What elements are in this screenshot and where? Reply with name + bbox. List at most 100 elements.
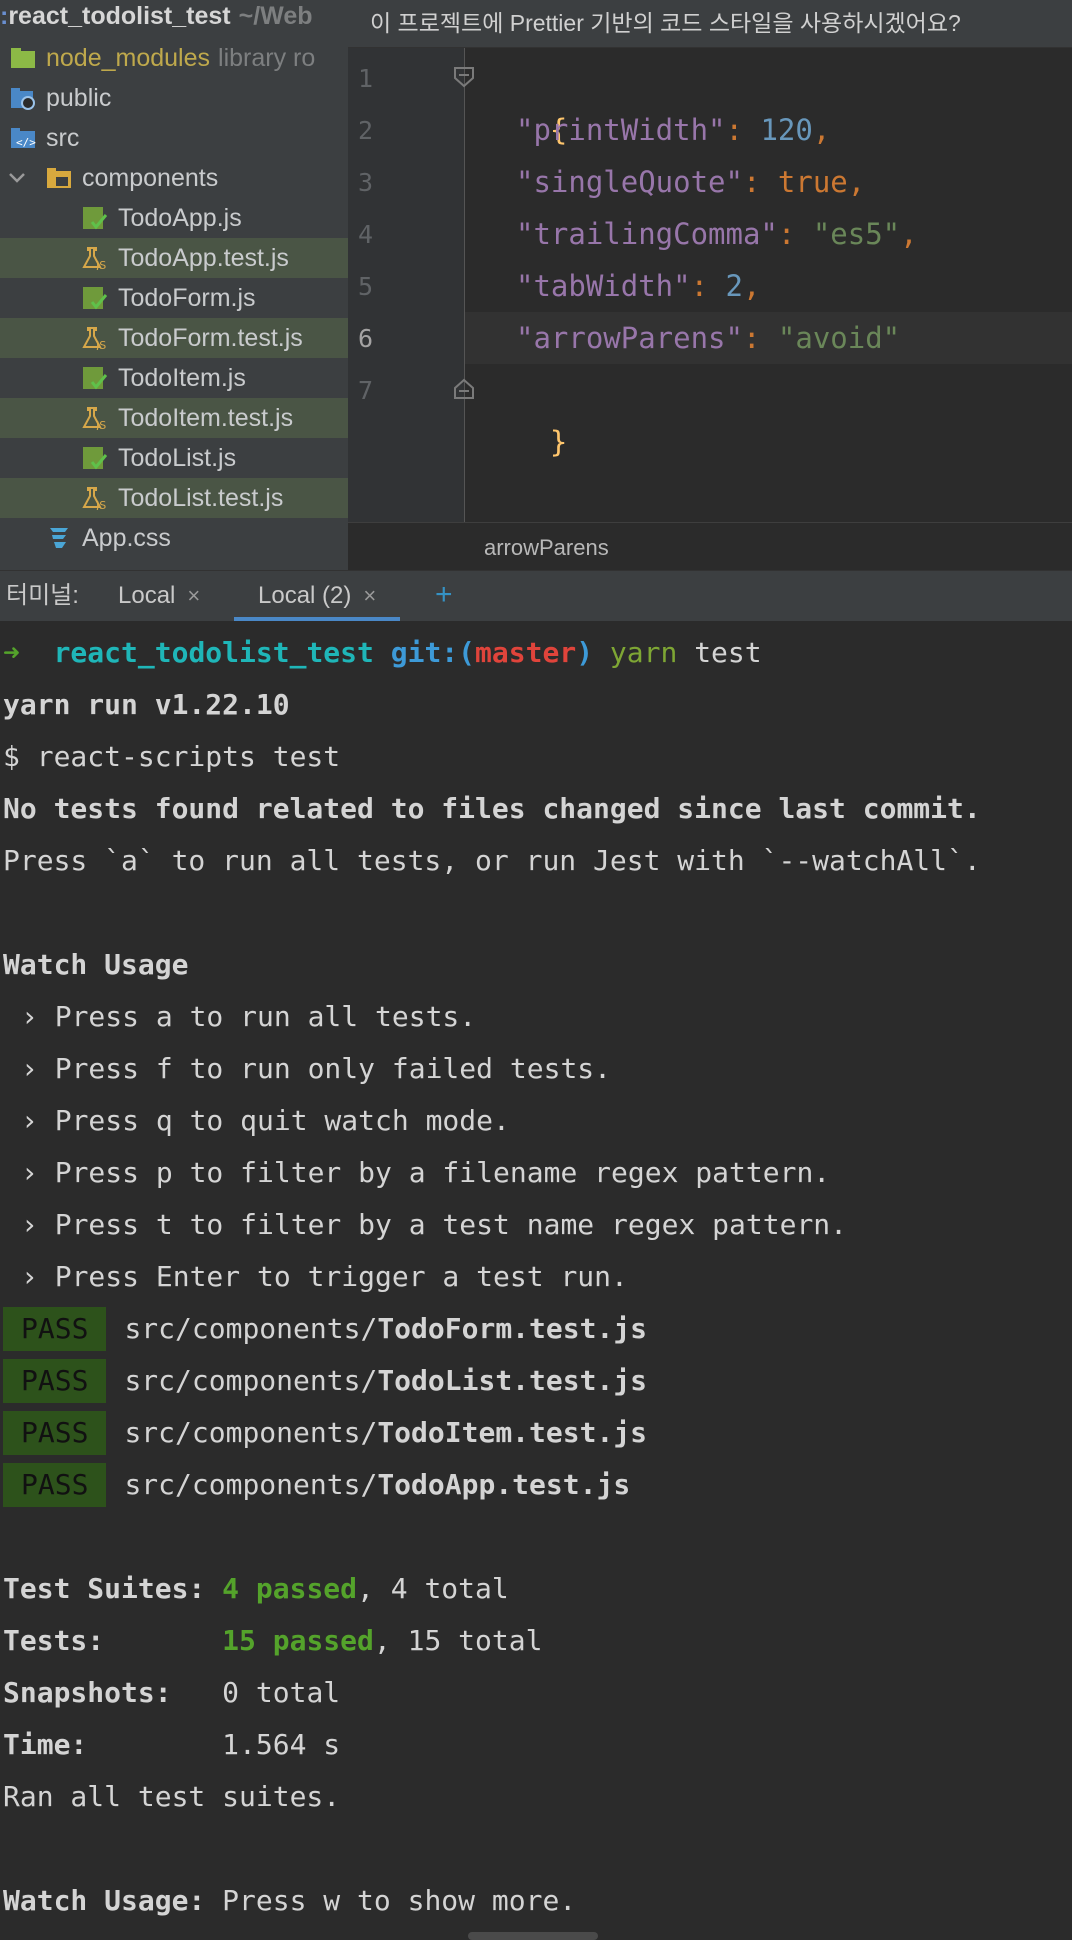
close-icon[interactable]: × xyxy=(363,583,376,608)
result-dir: src/components/ xyxy=(124,1416,378,1449)
js-file-icon xyxy=(83,367,108,390)
json-key: "printWidth" xyxy=(516,113,726,147)
line-number: 2 xyxy=(358,116,374,145)
pass-badge: PASS xyxy=(3,1307,107,1351)
no-tests-line: No tests found related to files changed … xyxy=(3,792,981,825)
pass-badge: PASS xyxy=(3,1359,107,1403)
json-key: "singleQuote" xyxy=(516,165,743,199)
tree-item-todolist[interactable]: TodoList.js xyxy=(0,438,348,478)
tree-item-todoapp-test[interactable]: JS TodoApp.test.js xyxy=(0,238,348,278)
fold-open-icon[interactable] xyxy=(453,66,475,88)
prompt-git: git:( xyxy=(390,636,476,669)
json-key: "trailingComma" xyxy=(516,217,778,251)
tests-summary: Tests: 15 passed, 15 total xyxy=(3,1615,542,1667)
prompt-branch: master xyxy=(475,636,577,669)
result-dir: src/components/ xyxy=(124,1364,378,1397)
tree-item-label: TodoList.test.js xyxy=(118,484,284,512)
result-line: PASS src/components/TodoApp.test.js xyxy=(3,1459,630,1511)
code-line-2[interactable]: "printWidth": 120, xyxy=(516,104,830,156)
line-number: 3 xyxy=(358,168,374,197)
project-sidebar: :react_todolist_test ~/Web node_modules li… xyxy=(0,0,348,570)
tests-total: , 15 total xyxy=(373,1624,543,1657)
tree-item-src[interactable]: </> src xyxy=(0,118,348,158)
library-folder-icon xyxy=(11,48,35,68)
tree-item-label: TodoApp.test.js xyxy=(118,244,289,272)
tests-passed: 15 passed xyxy=(222,1624,374,1657)
time-label: Time: xyxy=(3,1728,223,1761)
react-scripts-line: $ react-scripts test xyxy=(3,740,341,773)
tree-item-label: TodoForm.test.js xyxy=(118,324,303,352)
code-line-6[interactable]: "arrowParens": "avoid" xyxy=(516,312,900,364)
tree-item-label: TodoList.js xyxy=(118,444,237,472)
svg-text:JS: JS xyxy=(95,419,106,430)
result-file: TodoApp.test.js xyxy=(377,1468,631,1501)
tree-item-todoitem[interactable]: TodoItem.js xyxy=(0,358,348,398)
json-value: "es5" xyxy=(812,217,901,251)
close-icon[interactable]: × xyxy=(187,583,200,608)
tree-item-todoapp[interactable]: TodoApp.js xyxy=(0,198,348,238)
horizontal-scrollbar[interactable] xyxy=(468,1932,598,1940)
js-file-icon xyxy=(83,207,108,230)
usage-line: › Press t to filter by a test name regex… xyxy=(21,1208,848,1241)
json-key: "arrowParens" xyxy=(516,321,743,355)
code-line-1[interactable]: { xyxy=(480,52,567,147)
watch-footer-text: Press w to show more. xyxy=(205,1884,577,1917)
tab-local[interactable]: Local × xyxy=(118,571,200,621)
tree-root[interactable]: :react_todolist_test ~/Web xyxy=(0,0,348,36)
line-number: 5 xyxy=(358,272,374,301)
code-line-5[interactable]: "tabWidth": 2, xyxy=(516,260,760,312)
json-comma: , xyxy=(812,113,831,147)
test-file-icon: JS xyxy=(82,327,106,350)
tree-item-todoform[interactable]: TodoForm.js xyxy=(0,278,348,318)
tree-item-label: TodoApp.js xyxy=(118,204,242,232)
pass-badge: PASS xyxy=(3,1463,107,1507)
result-line: PASS src/components/TodoList.test.js xyxy=(3,1355,647,1407)
json-comma: , xyxy=(900,217,918,251)
tree-item-label: TodoItem.js xyxy=(118,364,246,392)
terminal-output[interactable]: ➜ react_todolist_test git:(master) yarn … xyxy=(0,621,1072,1940)
watch-usage-heading: Watch Usage xyxy=(3,948,189,981)
prettier-notification-banner[interactable]: 이 프로젝트에 Prettier 기반의 코드 스타일을 사용하시겠어요? xyxy=(348,0,1072,48)
code-line-7[interactable]: } xyxy=(480,364,567,459)
tree-item-todolist-test[interactable]: JS TodoList.test.js xyxy=(0,478,348,518)
svg-text:</>: </> xyxy=(16,136,36,149)
suites-passed: 4 passed xyxy=(222,1572,358,1605)
chevron-down-icon[interactable] xyxy=(8,171,26,185)
tab-local-2[interactable]: Local (2) × xyxy=(234,571,401,621)
tree-item-components[interactable]: components xyxy=(0,158,348,198)
result-file: TodoItem.test.js xyxy=(377,1416,648,1449)
usage-line: › Press Enter to trigger a test run. xyxy=(21,1260,628,1293)
prompt-arg: test xyxy=(694,636,762,669)
fold-close-icon[interactable] xyxy=(453,378,475,400)
yarn-version: yarn run v1.22.10 xyxy=(3,688,290,721)
result-dir: src/components/ xyxy=(124,1312,378,1345)
watch-footer: Watch Usage: Press w to show more. xyxy=(3,1875,576,1927)
suites-total: , 4 total xyxy=(357,1572,509,1605)
prompt-dir: react_todolist_test xyxy=(53,636,374,669)
tree-item-node-modules[interactable]: node_modules library ro xyxy=(0,38,348,78)
code-line-3[interactable]: "singleQuote": true, xyxy=(516,156,865,208)
usage-line: › Press f to run only failed tests. xyxy=(21,1052,612,1085)
add-tab-button[interactable]: + xyxy=(435,571,453,619)
line-number: 6 xyxy=(358,324,374,353)
tree-item-public[interactable]: public xyxy=(0,78,348,118)
json-comma: , xyxy=(743,269,761,303)
tree-item-label: public xyxy=(46,84,112,112)
json-colon: : xyxy=(725,113,761,147)
tree-item-todoitem-test[interactable]: JS TodoItem.test.js xyxy=(0,398,348,438)
test-file-icon: JS xyxy=(82,247,106,270)
tree-item-app-css[interactable]: App.css xyxy=(0,518,348,558)
result-dir: src/components/ xyxy=(124,1468,378,1501)
tab-label: Local xyxy=(118,582,176,609)
watch-footer-label: Watch Usage: xyxy=(3,1884,206,1917)
usage-line: › Press q to quit watch mode. xyxy=(21,1104,510,1137)
json-key: "tabWidth" xyxy=(516,269,691,303)
svg-text:JS: JS xyxy=(95,499,106,510)
prompt-git-close: ) xyxy=(576,636,594,669)
line-number: 4 xyxy=(358,220,374,249)
prompt-cmd: yarn xyxy=(609,636,678,669)
code-line-4[interactable]: "trailingComma": "es5", xyxy=(516,208,918,260)
tree-item-label: TodoItem.test.js xyxy=(118,404,294,432)
tree-item-todoform-test[interactable]: JS TodoForm.test.js xyxy=(0,318,348,358)
editor-breadcrumb[interactable]: arrowParens xyxy=(348,522,1072,570)
